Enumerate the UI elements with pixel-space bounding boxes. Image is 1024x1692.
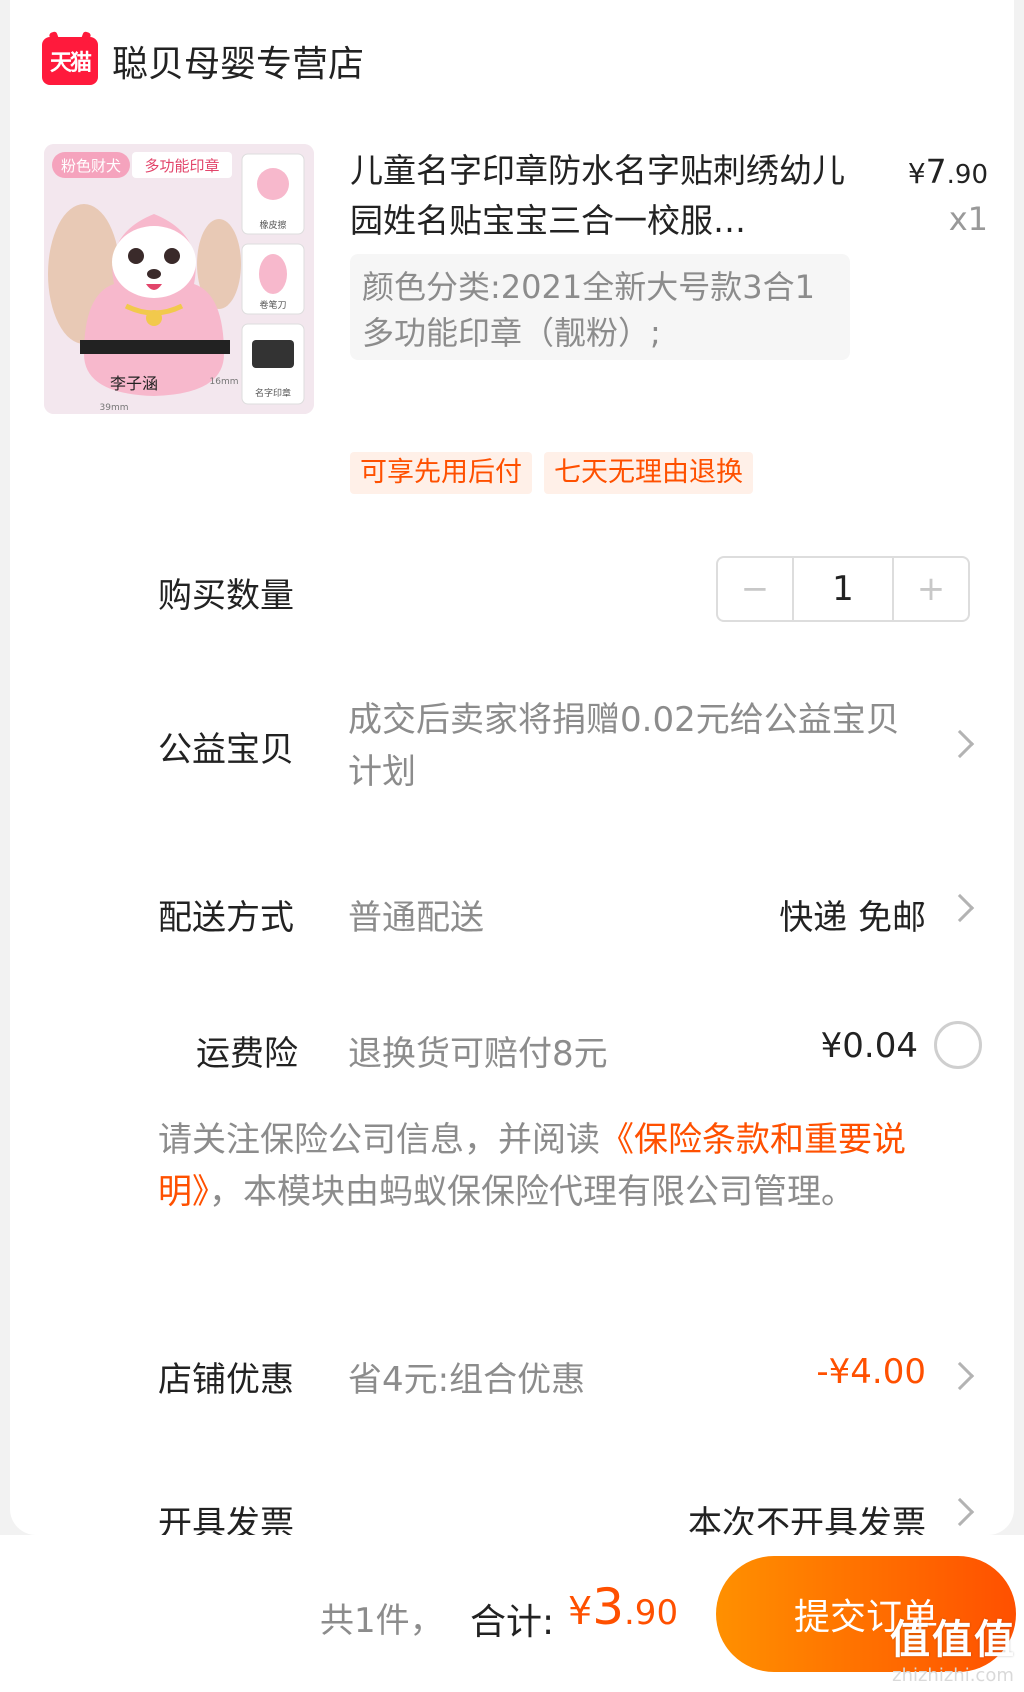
image-badge-2: 多功能印章 <box>144 157 219 175</box>
total-dec: .90 <box>624 1593 679 1633</box>
watermark-url: zhizhizhi.com <box>892 1665 1014 1686</box>
notice-prefix: 请关注保险公司信息，并阅读 <box>158 1120 600 1160</box>
plus-button[interactable]: + <box>894 558 968 620</box>
charity-text[interactable]: 成交后卖家将捐赠0.02元给公益宝贝计划 <box>348 694 908 798</box>
image-caption-2: 卷笔刀 <box>259 299 286 311</box>
price-symbol: ¥ <box>907 157 926 190</box>
minus-button[interactable]: − <box>718 558 792 620</box>
watermark-main: 值值值 <box>890 1617 1016 1663</box>
image-caption-1: 橡皮擦 <box>259 219 286 231</box>
image-size-w: 39mm <box>100 403 129 413</box>
quantity-label: 购买数量 <box>158 576 294 616</box>
quantity-input[interactable]: 1 <box>792 558 894 620</box>
tmall-logo-text: 天猫 <box>49 51 92 76</box>
tag-pay-later: 可享先用后付 <box>350 452 532 494</box>
service-tags: 可享先用后付 七天无理由退换 <box>350 452 753 494</box>
image-badge-1: 粉色财犬 <box>61 157 121 175</box>
delivery-method: 普通配送 <box>348 898 484 938</box>
store-name: 聪贝母婴专营店 <box>112 44 365 85</box>
total-amount: ¥3.90 <box>568 1578 678 1636</box>
store-discount-amount[interactable]: -¥4.00 <box>816 1352 926 1392</box>
total-int: 3 <box>592 1578 624 1636</box>
shipping-insurance-price: ¥0.04 <box>820 1026 918 1066</box>
item-count: 共1件， <box>320 1601 444 1641</box>
store-discount-label: 店铺优惠 <box>158 1360 294 1400</box>
image-caption-3: 名字印章 <box>255 387 291 399</box>
radio-unchecked-icon[interactable] <box>934 1021 982 1069</box>
price-int: 7 <box>925 152 947 191</box>
insurance-notice: 请关注保险公司信息，并阅读《保险条款和重要说明》，本模块由蚂蚁保保险代理有限公司… <box>158 1114 984 1218</box>
sku-selector[interactable]: 颜色分类:2021全新大号款3合1多功能印章（靓粉）; <box>350 254 850 360</box>
image-size-h: 16mm <box>210 377 239 387</box>
store-header[interactable]: 天猫 聪贝母婴专营店 <box>42 36 364 86</box>
product-image: 粉色财犬 多功能印章 橡皮擦 卷笔刀 名字印章 李子涵 39mm 16mm <box>44 144 314 414</box>
product-title[interactable]: 儿童名字印章防水名字贴刺绣幼儿园姓名贴宝宝三合一校服… <box>350 146 850 246</box>
product-thumbnail[interactable]: 粉色财犬 多功能印章 橡皮擦 卷笔刀 名字印章 李子涵 39mm 16mm <box>44 144 314 414</box>
price-dec: .90 <box>946 160 988 190</box>
quantity-stepper[interactable]: − 1 + <box>716 556 970 622</box>
product-quantity: x1 <box>948 200 988 238</box>
delivery-detail[interactable]: 快递 免邮 <box>779 890 926 939</box>
total-label: 合计: <box>470 1602 555 1643</box>
store-discount-text: 省4元:组合优惠 <box>348 1360 586 1400</box>
shipping-insurance-label: 运费险 <box>196 1034 298 1074</box>
tag-seven-day-return: 七天无理由退换 <box>544 452 753 494</box>
total-symbol: ¥ <box>568 1589 593 1633</box>
image-stamp-text: 李子涵 <box>110 374 158 393</box>
charity-label: 公益宝贝 <box>158 730 294 770</box>
notice-suffix: ，本模块由蚂蚁保保险代理有限公司管理。 <box>209 1172 855 1212</box>
shipping-insurance-text: 退换货可赔付8元 <box>348 1034 608 1074</box>
tmall-logo-icon: 天猫 <box>42 37 98 85</box>
watermark: 值值值 zhizhizhi.com <box>890 1607 1016 1686</box>
delivery-label: 配送方式 <box>158 898 294 938</box>
product-price: ¥7.90 <box>908 152 988 191</box>
